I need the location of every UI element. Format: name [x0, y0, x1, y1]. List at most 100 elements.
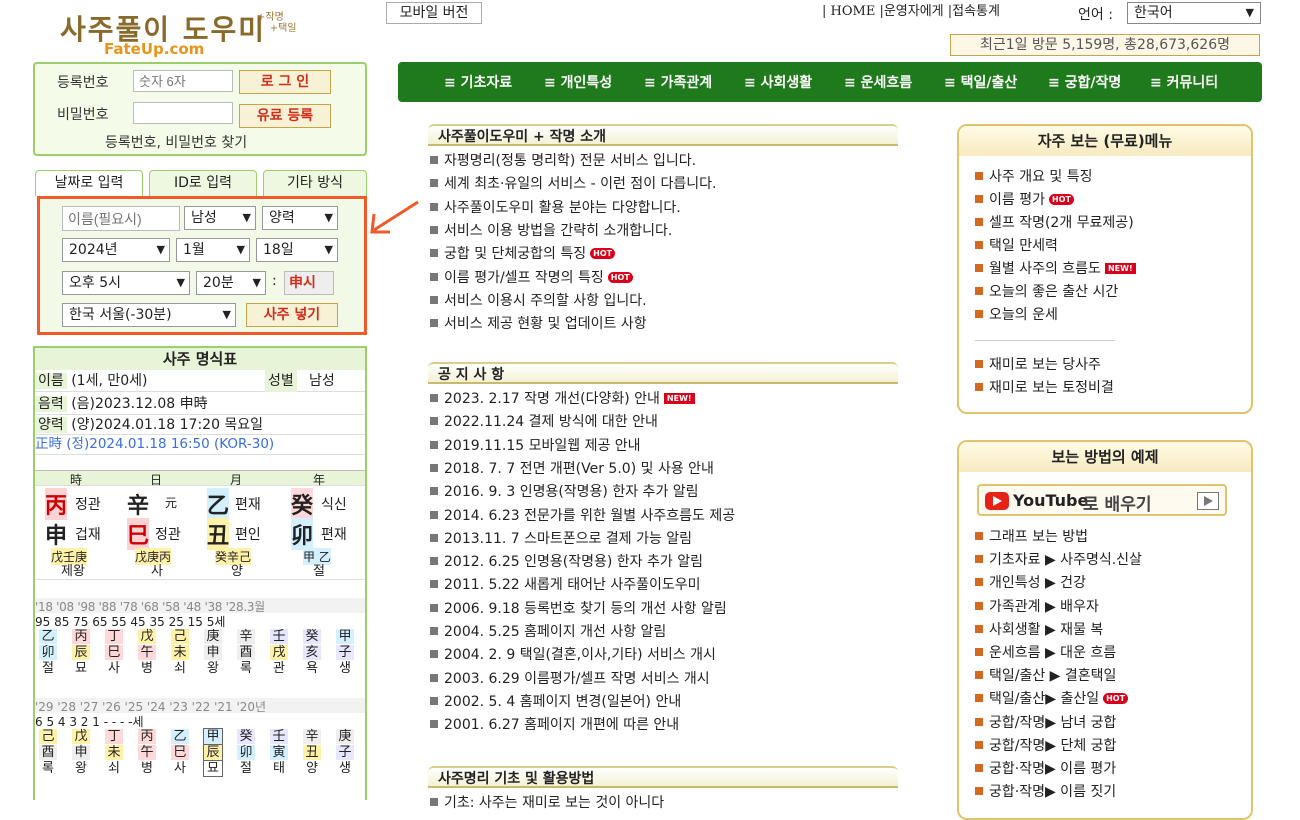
bullet-icon [975, 383, 983, 391]
nav-family[interactable]: ≡ 가족관계 [644, 72, 712, 92]
bullet-icon [975, 360, 983, 368]
day-select[interactable]: 18일 ▼ [256, 238, 338, 262]
nav-date-birth[interactable]: ≡ 택일/출산 [944, 72, 1017, 92]
stage-cell: 사 [174, 761, 186, 776]
menu-item[interactable]: 궁합/작명▶ 남녀 궁합 [975, 712, 1116, 732]
find-account-link[interactable]: 등록번호, 비밀번호 찾기 [105, 132, 247, 152]
notice-item[interactable]: 2012. 6.25 인명용(작명용) 한자 추가 알림 [430, 551, 703, 571]
hour-select[interactable]: 오후 5시 ▼ [62, 271, 190, 295]
menu-item[interactable]: 궁합·작명▶ 이름 평가 [975, 758, 1116, 778]
menu-item[interactable]: 궁합·작명▶ 이름 짓기 [975, 781, 1116, 801]
nav-personal[interactable]: ≡ 개인특성 [544, 72, 612, 92]
menu-item[interactable]: 택일 만세력 [975, 235, 1058, 255]
notice-item[interactable]: 2019.11.15 모바일웹 제공 안내 [430, 435, 641, 455]
menu-item[interactable]: 택일/출산▶ 출산일 HOT [975, 688, 1129, 708]
intro-item[interactable]: 자평명리(정통 명리학) 전문 서비스 입니다. [430, 150, 696, 170]
stem-cell: 戊 [72, 729, 90, 744]
notice-item[interactable]: 2018. 7. 7 전면 개편(Ver 5.0) 및 사용 안내 [430, 458, 714, 478]
tab-id-input[interactable]: ID로 입력 [149, 170, 257, 196]
menu-item[interactable]: 오늘의 좋은 출산 시간 [975, 281, 1118, 301]
intro-item[interactable]: 이름 평가/셀프 작명의 특징 HOT [430, 267, 633, 287]
notice-item-label: 2019.11.15 모바일웹 제공 안내 [444, 437, 641, 454]
notice-item[interactable]: 2001. 6.27 홈페이지 개편에 따른 안내 [430, 714, 679, 734]
nav-social[interactable]: ≡ 사회생활 [744, 72, 812, 92]
menu-item[interactable]: 오늘의 운세 [975, 304, 1058, 324]
branch-cell: 未 [171, 645, 189, 660]
language-select[interactable]: 한국어 ▼ [1127, 2, 1261, 24]
intro-item[interactable]: 사주풀이도우미 활용 분야는 다양합니다. [430, 197, 681, 217]
month-select[interactable]: 1월 ▼ [176, 238, 250, 262]
notice-item[interactable]: 2002. 5. 4 홈페이지 변경(일본어) 안내 [430, 691, 681, 711]
menu-item-label: 택일 만세력 [989, 238, 1058, 254]
register-button[interactable]: 유료 등록 [239, 104, 331, 128]
notice-item[interactable]: 2014. 6.23 전문가를 위한 월별 사주흐름도 제공 [430, 505, 735, 525]
notice-item[interactable]: 2011. 5.22 새롭게 태어난 사주풀이도우미 [430, 574, 701, 594]
youtube-learn-text: 로 배우기 [1083, 495, 1152, 515]
bullet-icon [975, 740, 983, 749]
menu-item[interactable]: 가족관계 ▶ 배우자 [975, 596, 1099, 616]
notice-item[interactable]: 2013.11. 7 스마트폰으로 결제 가능 알림 [430, 528, 692, 548]
nav-compat-naming[interactable]: ≡ 궁합/작명 [1048, 72, 1121, 92]
nav-community[interactable]: ≡ 커뮤니티 [1150, 72, 1218, 92]
notice-item[interactable]: 2006. 9.18 등록번호 찾기 등의 개선 사항 알림 [430, 598, 727, 618]
youtube-learn-button[interactable]: YouTube 로 배우기 [977, 484, 1227, 516]
nav-fortune[interactable]: ≡ 운세흐름 [844, 72, 912, 92]
mobile-version-button[interactable]: 모바일 버전 [386, 2, 482, 24]
menu-item-label: 택일/출산 ▶ 결혼택일 [989, 668, 1117, 685]
bullet-icon [430, 487, 438, 496]
menu-item[interactable]: 사회생활 ▶ 재물 복 [975, 619, 1103, 639]
stage-cell: 병 [141, 661, 153, 676]
notice-item[interactable]: 2023. 2.17 작명 개선(다양화) 안내 NEW! [430, 388, 695, 408]
intro-item[interactable]: 서비스 이용 방법을 간략히 소개합니다. [430, 220, 672, 240]
notice-item[interactable]: 2022.11.24 결제 방식에 대한 안내 [430, 411, 658, 431]
tab-date-input[interactable]: 날짜로 입력 [35, 170, 143, 196]
name-input[interactable] [62, 206, 180, 231]
examples-box: 보는 방법의 예제 YouTube 로 배우기 그래프 보는 방법 기초자료 ▶ … [957, 440, 1253, 820]
menu-item[interactable]: 운세흐름 ▶ 대운 흐름 [975, 642, 1116, 662]
tab-other-input[interactable]: 기타 방식 [263, 170, 367, 196]
id-input[interactable] [133, 70, 233, 92]
minute-select[interactable]: 20분 ▼ [196, 271, 266, 295]
intro-item[interactable]: 서비스 제공 현황 및 업데이트 사항 [430, 313, 647, 333]
notice-item[interactable]: 2004. 5.25 홈페이지 개선 사항 알림 [430, 621, 666, 641]
menu-item[interactable]: 이름 평가 HOT [975, 189, 1074, 209]
nav-basics[interactable]: ≡ 기초자료 [444, 72, 512, 92]
bullet-icon [430, 417, 438, 426]
site-logo[interactable]: 사주풀이 도우미 +작명 +택일 FateUp.com [60, 6, 340, 58]
notice-item[interactable]: 2003. 6.29 이름평가/셀프 작명 서비스 개시 [430, 668, 710, 688]
menu-item[interactable]: 궁합/작명▶ 단체 궁합 [975, 735, 1116, 755]
gender-select[interactable]: 남성 ▼ [184, 206, 256, 230]
menu-item[interactable]: 개인특성 ▶ 건강 [975, 572, 1086, 592]
menu-item[interactable]: 기초자료 ▶ 사주명식.신살 [975, 549, 1142, 569]
stem-cell: 己 [171, 629, 189, 644]
bullet-icon [975, 310, 983, 318]
menu-item[interactable]: 사주 개요 및 특징 [975, 166, 1093, 186]
calendar-select[interactable]: 양력 ▼ [262, 206, 338, 230]
intro-item[interactable]: 서비스 이용시 주의할 사항 입니다. [430, 290, 647, 310]
menu-item[interactable]: 그래프 보는 방법 [975, 526, 1088, 546]
location-select[interactable]: 한국 서울(-30분) ▼ [62, 303, 236, 327]
stem-cell: 癸 [237, 729, 255, 744]
year-select[interactable]: 2024년 ▼ [62, 238, 170, 262]
notice-item-label: 2012. 6.25 인명용(작명용) 한자 추가 알림 [444, 554, 703, 571]
intro-item-label: 사주풀이도우미 활용 분야는 다양합니다. [444, 199, 681, 216]
password-input[interactable] [133, 102, 233, 124]
visit-counter: 최근1일 방문 5,159명, 총28,673,626명 [950, 34, 1260, 56]
login-button[interactable]: 로 그 인 [239, 70, 331, 94]
intro-item[interactable]: 궁합 및 단체궁합의 특징 HOT [430, 243, 616, 263]
basics-item[interactable]: 기초: 사주는 재미로 보는 것이 아니다 [430, 792, 664, 812]
submit-saju-button[interactable]: 사주 넣기 [246, 303, 338, 327]
notice-item[interactable]: 2004. 2. 9 택일(결혼,이사,기타) 서비스 개시 [430, 644, 716, 664]
menu-item[interactable]: 셀프 작명(2개 무료제공) [975, 212, 1134, 232]
main-nav: ≡ 기초자료 ≡ 개인특성 ≡ 가족관계 ≡ 사회생활 ≡ 운세흐름 ≡ 택일/… [398, 62, 1262, 102]
top-links[interactable]: | HOME |운영자에게 |접속통계 [822, 0, 1000, 19]
branch-cell: 子 [336, 645, 354, 660]
new-badge: NEW! [663, 393, 695, 404]
notice-item-label: 2003. 6.29 이름평가/셀프 작명 서비스 개시 [444, 670, 710, 687]
menu-item[interactable]: 월별 사주의 흐름도 NEW! [975, 258, 1136, 278]
notice-item[interactable]: 2016. 9. 3 인명용(작명용) 한자 추가 알림 [430, 481, 699, 501]
menu-item[interactable]: 택일/출산 ▶ 결혼택일 [975, 665, 1116, 685]
menu-item[interactable]: 재미로 보는 당사주 [975, 354, 1101, 374]
intro-item[interactable]: 세계 최초·유일의 서비스 - 이런 점이 다릅니다. [430, 173, 717, 193]
menu-item[interactable]: 재미로 보는 토정비결 [975, 377, 1114, 397]
